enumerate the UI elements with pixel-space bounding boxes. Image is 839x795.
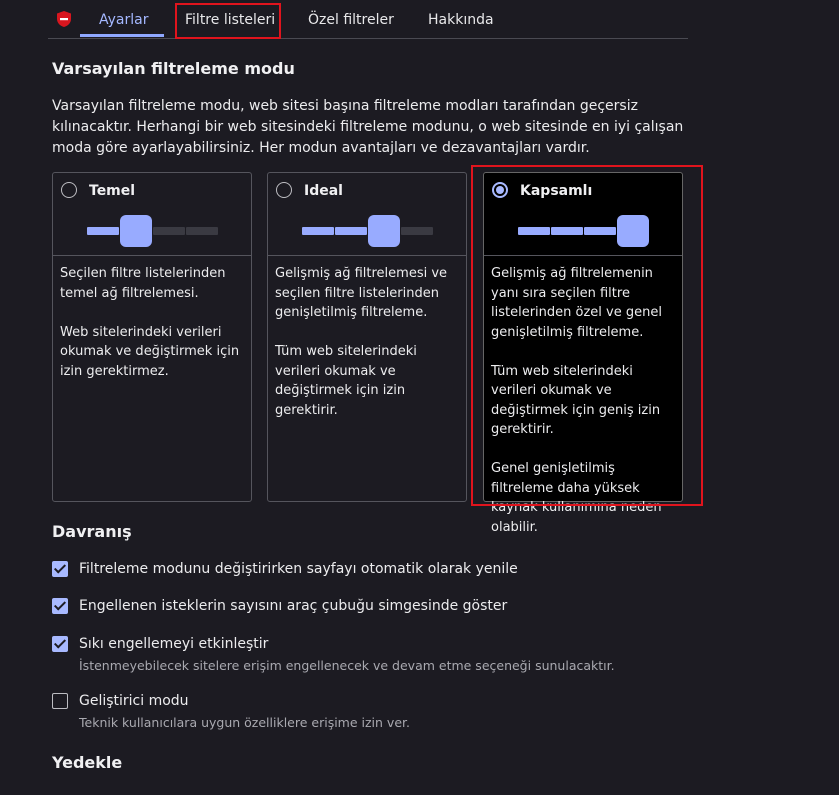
tab-about[interactable]: Hakkında: [428, 12, 494, 28]
option-label-auto-reload[interactable]: Filtreleme modunu değiştirirken sayfayı …: [79, 561, 518, 577]
option-label-developer-mode[interactable]: Geliştirici modu: [79, 693, 189, 709]
checkbox-auto-reload[interactable]: [52, 561, 68, 577]
section-title-backup: Yedekle: [52, 753, 123, 772]
mode-permission-note: Tüm web sitelerindeki verileri okumak ve…: [275, 344, 417, 418]
mode-description: Gelişmiş ağ filtrelemesi ve seçilen filt…: [275, 266, 448, 320]
checkbox-strict-blocking[interactable]: [52, 636, 68, 652]
mode-title: Ideal: [304, 183, 343, 199]
level-slider-icon: [302, 215, 434, 247]
highlight-box-card: [471, 165, 703, 506]
section-title-behavior: Davranış: [52, 522, 132, 541]
mode-permission-note: Web sitelerindeki verileri okumak ve değ…: [60, 324, 240, 379]
option-label-strict-blocking[interactable]: Sıkı engellemeyi etkinleştir: [79, 636, 268, 652]
option-description-strict-blocking: İstenmeyebilecek sitelere erişim engelle…: [79, 658, 615, 673]
checkbox-badge-count[interactable]: [52, 598, 68, 614]
highlight-box-tab: [175, 3, 281, 39]
option-label-badge-count[interactable]: Engellenen isteklerin sayısını araç çubu…: [79, 598, 507, 614]
option-description-developer-mode: Teknik kullanıcılara uygun özelliklere e…: [79, 715, 410, 730]
radio-basic[interactable]: [61, 182, 77, 198]
shield-icon: [57, 11, 71, 27]
checkbox-developer-mode[interactable]: [52, 693, 68, 709]
tab-custom-filters[interactable]: Özel filtreler: [308, 12, 394, 28]
mode-description: Seçilen filtre listelerinden temel ağ fi…: [60, 266, 226, 301]
tab-active-indicator: [80, 34, 164, 37]
filter-mode-description: Varsayılan filtreleme modu, web sitesi b…: [52, 98, 684, 156]
mode-card-ideal[interactable]: Ideal Gelişmiş ağ filtrelemesi ve seçile…: [267, 172, 467, 502]
section-title-filter-mode: Varsayılan filtreleme modu: [52, 59, 295, 78]
mode-card-basic[interactable]: Temel Seçilen filtre listelerinden temel…: [52, 172, 252, 502]
radio-ideal[interactable]: [276, 182, 292, 198]
mode-title: Temel: [89, 183, 136, 199]
level-slider-icon: [87, 215, 219, 247]
tab-settings[interactable]: Ayarlar: [99, 12, 148, 28]
